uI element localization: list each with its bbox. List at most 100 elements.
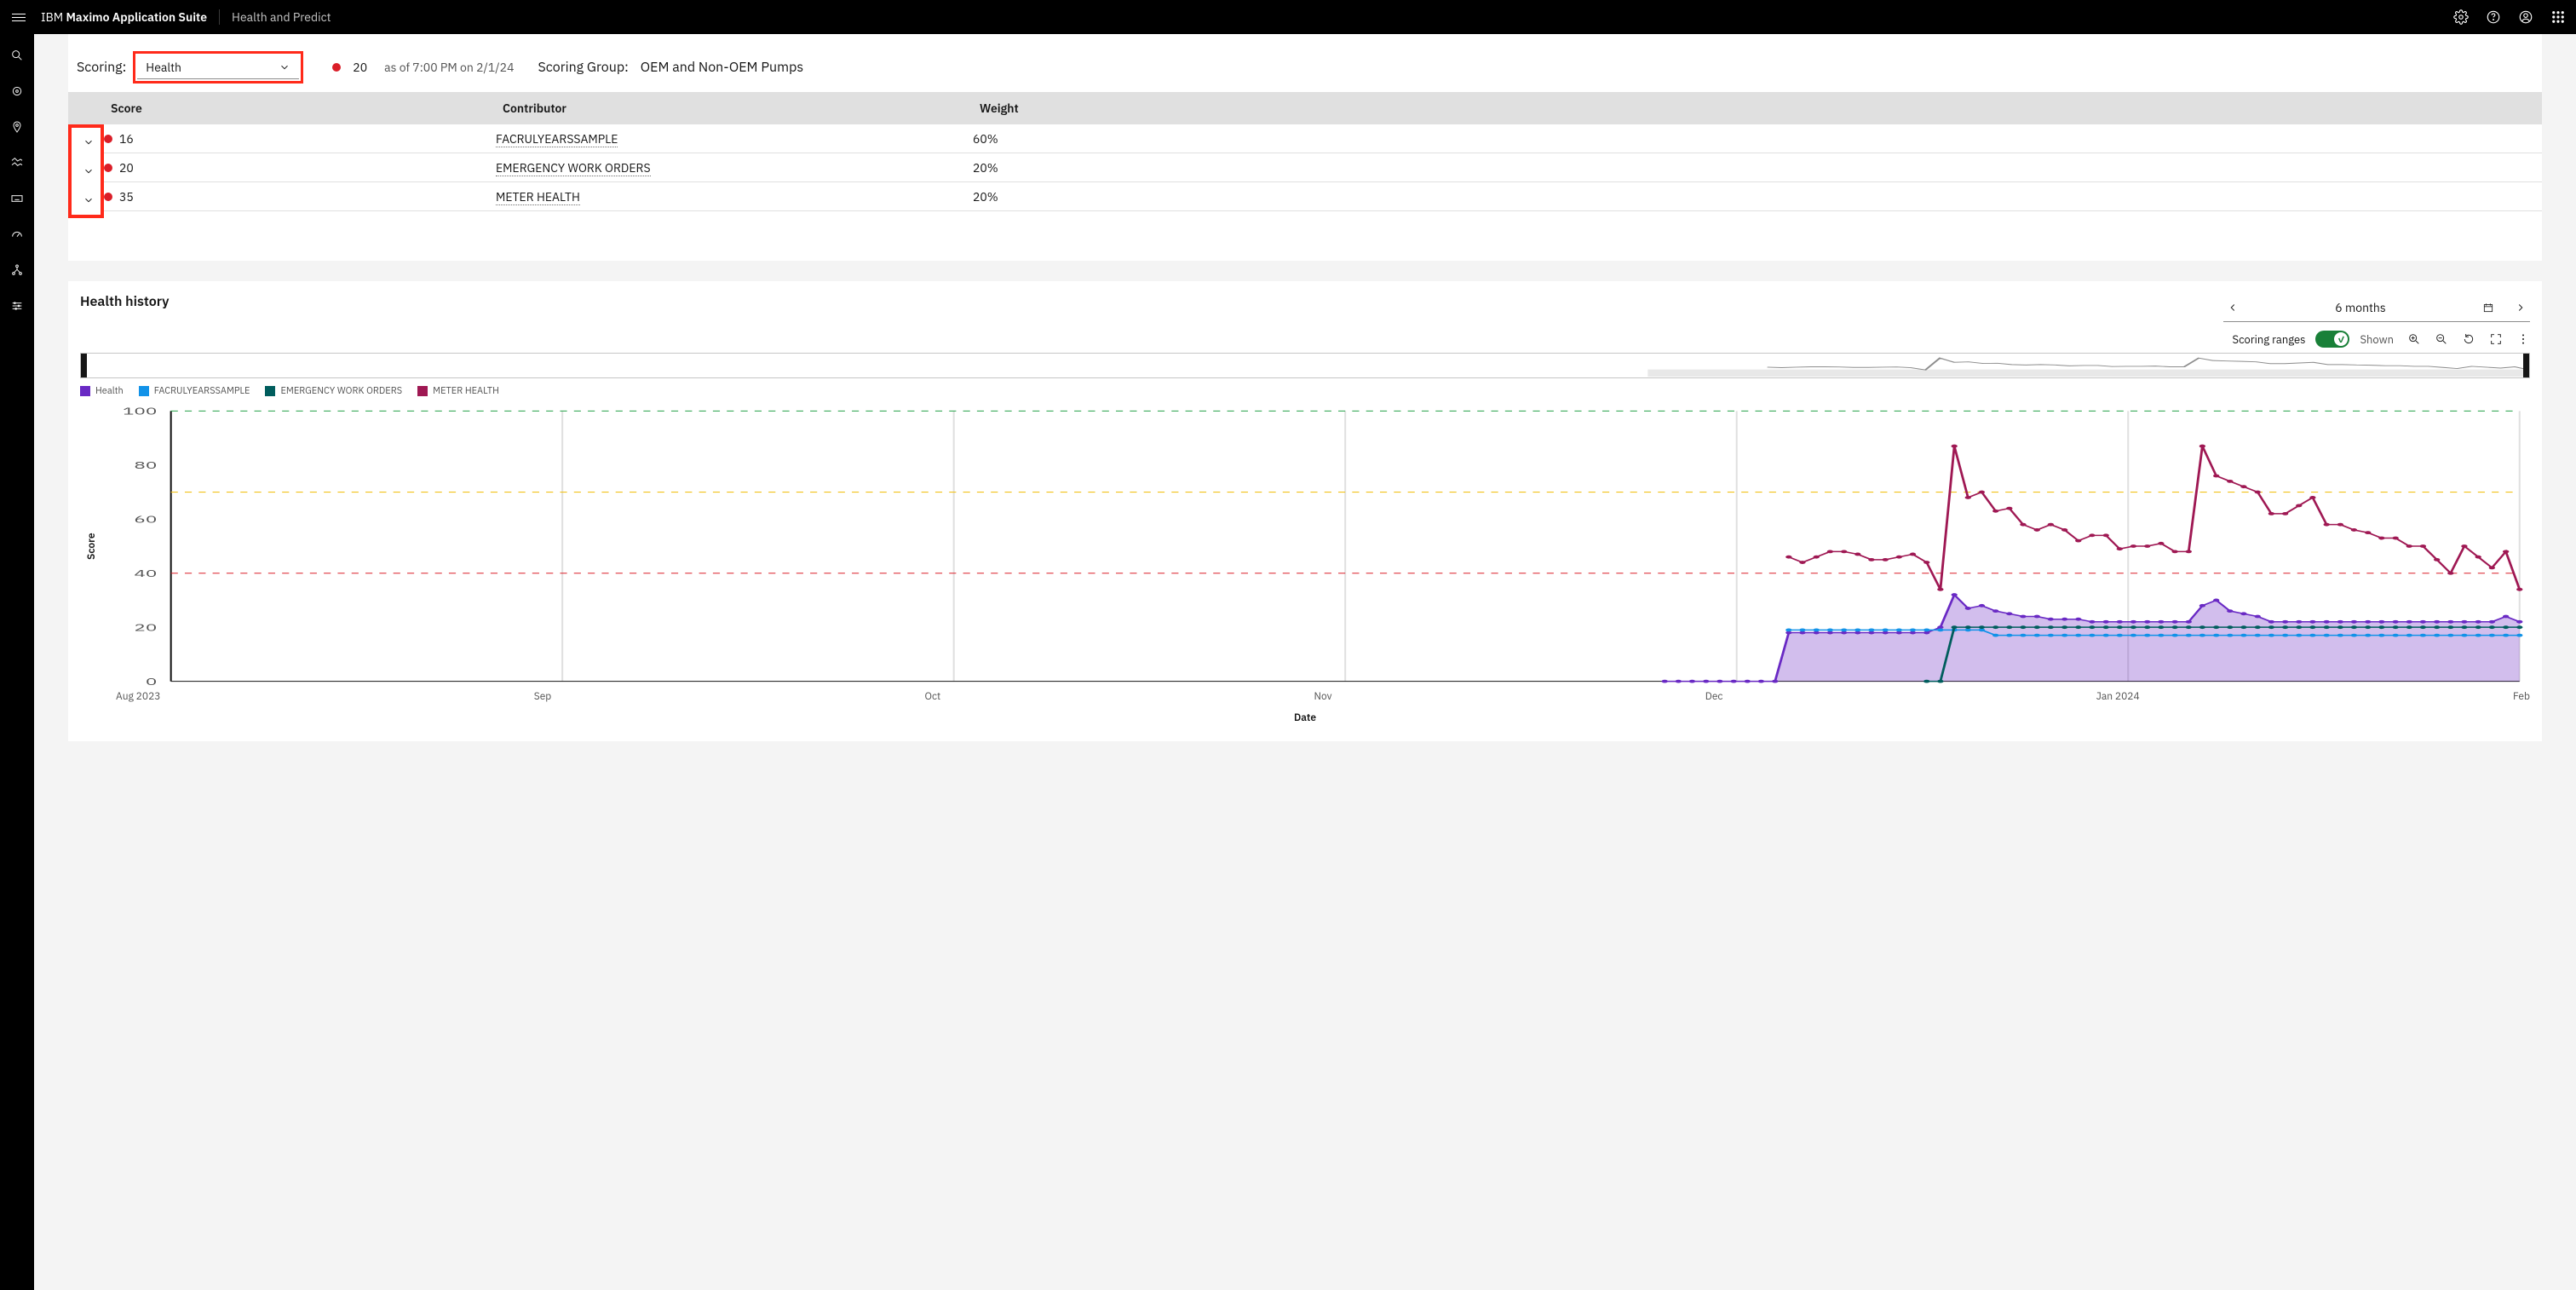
legend-swatch [265,386,275,396]
legend-swatch [80,386,90,396]
legend-item[interactable]: FACRULYEARSSAMPLE [139,385,250,397]
row-score: 16 [119,131,134,147]
th-contributor: Contributor [503,101,980,116]
scoring-ranges-toggle[interactable] [2315,331,2349,348]
zoom-in-icon[interactable] [2407,332,2421,346]
row-weight: 20% [973,189,2542,204]
x-axis-title: Date [80,711,2530,724]
svg-text:80: 80 [134,458,157,471]
brand: IBM Maximo Application Suite [41,9,207,25]
scoring-select-value: Health [146,60,181,75]
row-contributor[interactable]: METER HEALTH [496,189,580,205]
brand-suite: Maximo Application Suite [66,9,207,25]
scoring-group-value: OEM and Non-OEM Pumps [641,59,803,76]
svg-text:100: 100 [123,406,157,418]
legend-item[interactable]: Health [80,385,124,397]
date-range-control[interactable]: 6 months [2223,293,2530,322]
x-tick: Sep [534,690,552,703]
nav-target[interactable] [0,78,34,104]
svg-text:60: 60 [134,513,157,526]
row-contributor[interactable]: FACRULYEARSSAMPLE [496,131,618,147]
status-dot [332,63,341,72]
main-content: Scoring: Health 20 as of 7:00 PM on 2/1/… [34,34,2576,1290]
scoring-value: 20 [353,60,367,75]
nav-keyboard[interactable] [0,186,34,211]
scoring-select[interactable]: Health [133,51,303,84]
nav-hierarchy[interactable] [0,257,34,283]
table-body: 16 FACRULYEARSSAMPLE 60% 20 EMERGENCY WO… [104,124,2542,218]
help-icon[interactable] [2486,9,2501,25]
overflow-menu-icon[interactable] [2516,332,2530,346]
apps-icon[interactable] [2550,9,2566,25]
calendar-icon[interactable] [2482,302,2494,314]
legend-swatch [139,386,149,396]
table-row: 35 METER HEALTH 20% [104,182,2542,211]
chart-brush[interactable] [80,353,2530,378]
history-card: Health history 6 months Scoring ranges S… [68,281,2542,741]
app-name: Health and Predict [232,9,331,25]
svg-text:40: 40 [134,567,157,579]
chevron-right-icon[interactable] [2515,302,2527,314]
nav-location[interactable] [0,114,34,140]
scoring-asof: as of 7:00 PM on 2/1/24 [384,60,514,75]
brush-preview [81,354,2529,377]
nav-sliders[interactable] [0,293,34,319]
chevron-left-icon[interactable] [2227,302,2239,314]
expand-row-2[interactable] [72,186,106,215]
divider [219,9,220,25]
table-header: Score Contributor Weight [68,92,2542,124]
chart-legend: Health FACRULYEARSSAMPLE EMERGENCY WORK OR… [80,385,2530,397]
brush-handle-left[interactable] [80,353,87,378]
row-weight: 60% [973,131,2542,147]
scoring-label: Scoring: [77,59,126,76]
row-score: 35 [119,189,134,204]
legend-label: FACRULYEARSSAMPLE [154,385,250,397]
legend-item[interactable]: METER HEALTH [417,385,499,397]
table-row: 16 FACRULYEARSSAMPLE 60% [104,124,2542,153]
brand-ibm: IBM [41,9,63,25]
toggle-state: Shown [2360,332,2394,347]
x-tick: Jan 2024 [2096,690,2140,703]
brush-handle-right[interactable] [2523,353,2530,378]
y-axis-title: Score [80,406,98,687]
nav-gauge[interactable] [0,222,34,247]
settings-icon[interactable] [2453,9,2469,25]
th-score: Score [111,101,503,116]
global-header: IBM Maximo Application Suite Health and … [0,0,2576,34]
svg-text:20: 20 [134,621,157,634]
legend-swatch [417,386,428,396]
expand-buttons-highlight [68,124,104,218]
toggle-label: Scoring ranges [2233,332,2306,347]
expand-row-1[interactable] [72,157,106,186]
fullscreen-icon[interactable] [2489,332,2503,346]
scoring-card: Scoring: Health 20 as of 7:00 PM on 2/1/… [68,34,2542,261]
x-tick: Oct [925,690,941,703]
row-status-dot [104,193,112,201]
history-title: Health history [80,293,170,310]
reset-icon[interactable] [2462,332,2475,346]
nav-search[interactable] [0,43,34,68]
row-contributor[interactable]: EMERGENCY WORK ORDERS [496,160,651,176]
range-text: 6 months [2251,300,2470,315]
nav-lines[interactable] [0,150,34,176]
x-axis-labels: Aug 2023SepOctNovDecJan 2024Feb [80,687,2530,703]
scoring-group-label: Scoring Group: [538,59,628,76]
zoom-out-icon[interactable] [2435,332,2448,346]
side-nav [0,34,34,1290]
legend-label: EMERGENCY WORK ORDERS [280,385,402,397]
legend-label: METER HEALTH [433,385,499,397]
row-weight: 20% [973,160,2542,176]
legend-label: Health [95,385,124,397]
row-score: 20 [119,160,134,176]
x-tick: Feb [2513,690,2530,703]
menu-icon[interactable] [10,9,27,26]
th-weight: Weight [980,101,2542,116]
chevron-down-icon [83,165,95,177]
chevron-down-icon [279,61,290,73]
svg-text:0: 0 [146,675,157,687]
chart: 0 20 40 60 80 100 [98,406,2530,687]
user-icon[interactable] [2518,9,2533,25]
x-tick: Dec [1705,690,1723,703]
expand-row-0[interactable] [72,128,106,157]
legend-item[interactable]: EMERGENCY WORK ORDERS [265,385,402,397]
